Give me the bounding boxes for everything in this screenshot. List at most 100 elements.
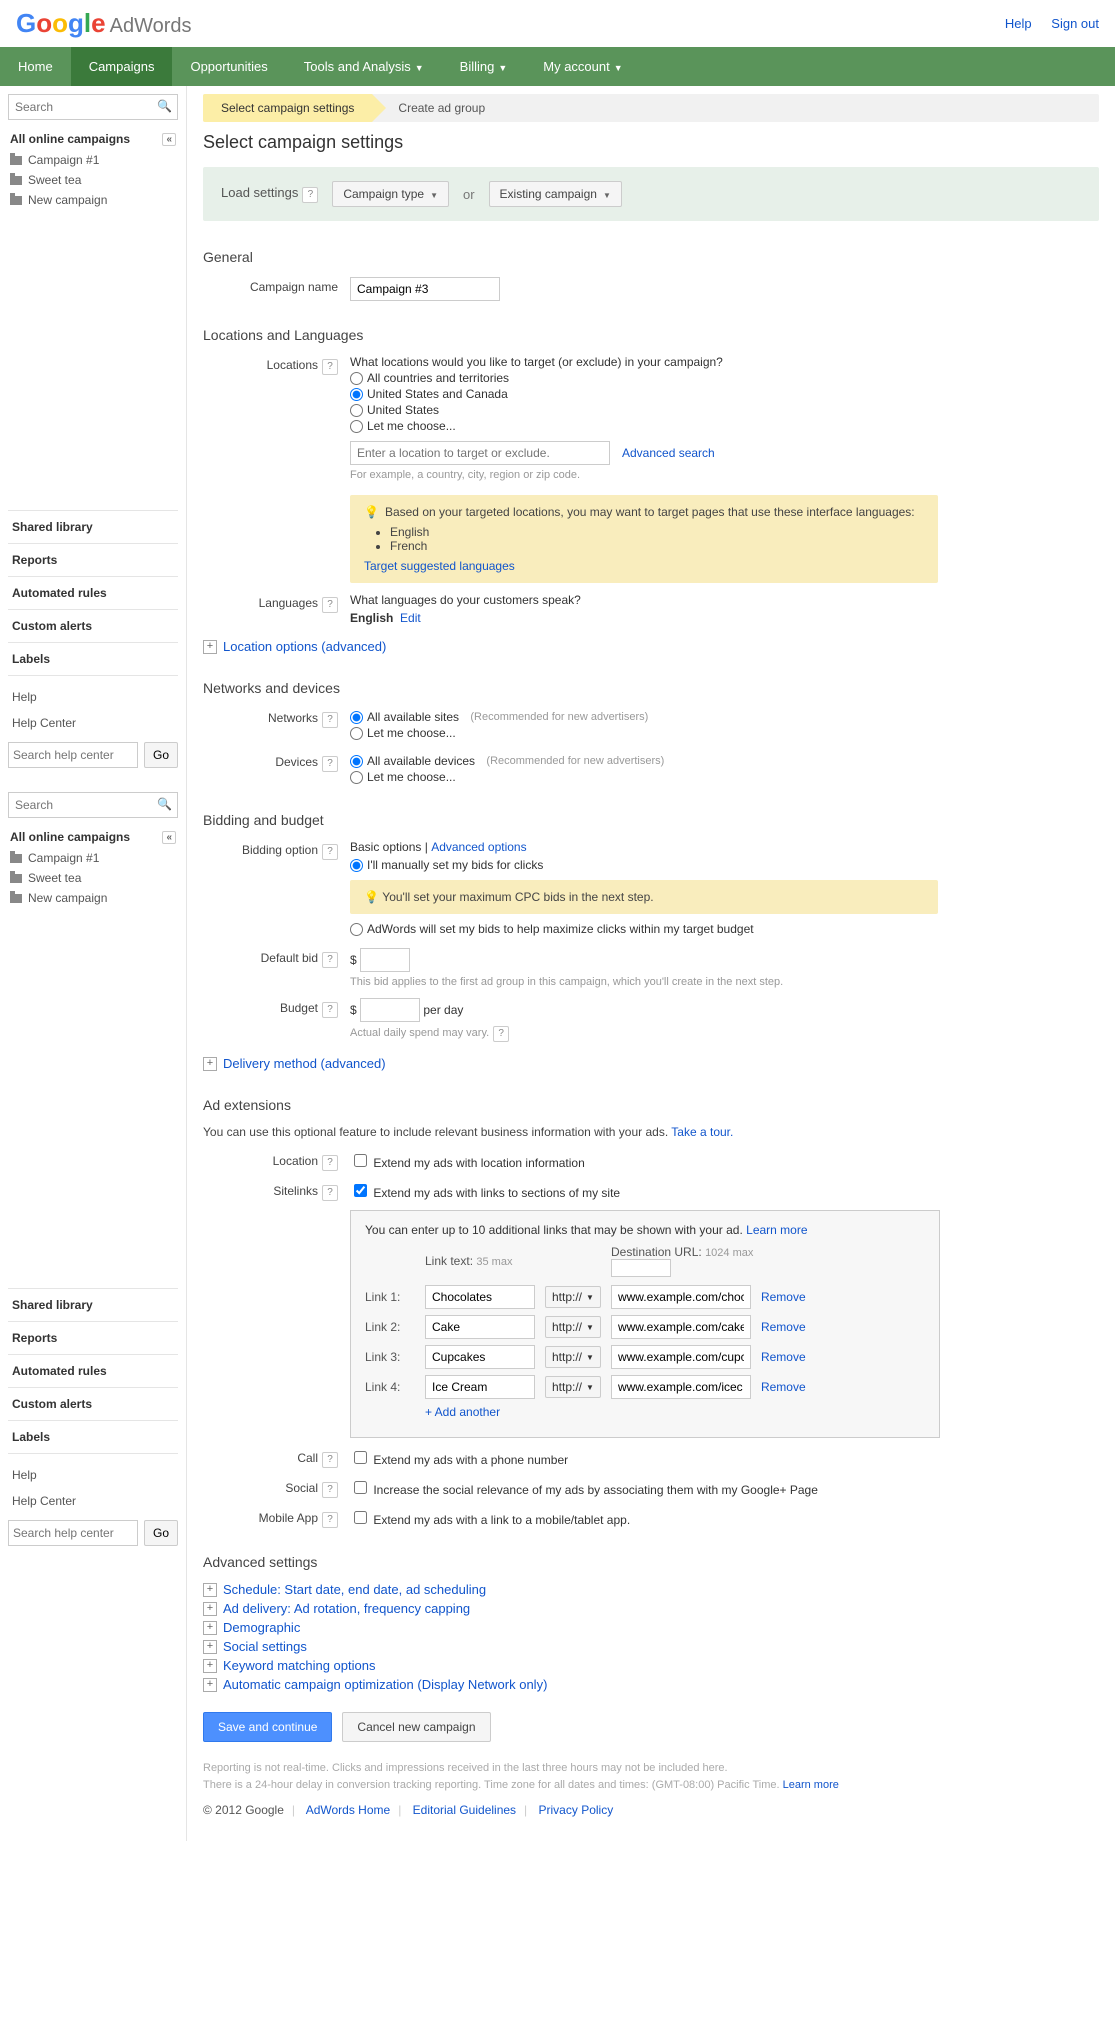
side-automated-rules-2[interactable]: Automated rules [8, 1355, 178, 1388]
sitelink-protocol-select[interactable]: http:// ▼ [545, 1316, 601, 1338]
side-reports-2[interactable]: Reports [8, 1322, 178, 1355]
help-icon[interactable]: ? [322, 1452, 338, 1468]
crumb-step1[interactable]: Select campaign settings [203, 94, 372, 122]
side-custom-alerts[interactable]: Custom alerts [8, 610, 178, 643]
help-icon[interactable]: ? [322, 359, 338, 375]
sitelink-text-input[interactable] [425, 1375, 535, 1399]
campaigns-tree-header[interactable]: All online campaigns [10, 132, 130, 146]
sitelinks-learn-more[interactable]: Learn more [746, 1223, 807, 1237]
help-icon[interactable]: ? [322, 1512, 338, 1528]
campaign-tree-item[interactable]: New campaign [8, 888, 178, 908]
side-shared-library[interactable]: Shared library [8, 511, 178, 544]
cancel-button[interactable]: Cancel new campaign [342, 1712, 490, 1742]
sitelink-protocol-select[interactable]: http:// ▼ [545, 1286, 601, 1308]
languages-edit-link[interactable]: Edit [400, 611, 421, 625]
help-icon[interactable]: ? [322, 1002, 338, 1018]
location-input[interactable] [350, 441, 610, 465]
help-icon[interactable]: ? [322, 952, 338, 968]
campaigns-tree-header-2[interactable]: All online campaigns [10, 830, 130, 844]
sitelink-remove-link[interactable]: Remove [761, 1320, 806, 1334]
search-icon[interactable]: 🔍 [157, 99, 172, 113]
side-help-center-2[interactable]: Help Center [8, 1488, 178, 1514]
loc-radio-all[interactable] [350, 372, 363, 385]
help-icon[interactable]: ? [322, 756, 338, 772]
bid-radio-manual[interactable] [350, 859, 363, 872]
budget-input[interactable] [360, 998, 420, 1022]
advanced-item[interactable]: +Keyword matching options [203, 1658, 1099, 1673]
advanced-item[interactable]: +Demographic [203, 1620, 1099, 1635]
advanced-item[interactable]: +Automatic campaign optimization (Displa… [203, 1677, 1099, 1692]
nav-campaigns[interactable]: Campaigns [71, 47, 173, 86]
save-continue-button[interactable]: Save and continue [203, 1712, 332, 1742]
help-center-go-button-2[interactable]: Go [144, 1520, 178, 1546]
take-tour-link[interactable]: Take a tour. [671, 1125, 733, 1139]
dest-url-tiny-input[interactable] [611, 1259, 671, 1277]
advanced-options-link[interactable]: Advanced options [431, 840, 526, 854]
devices-radio-all[interactable] [350, 755, 363, 768]
side-labels-2[interactable]: Labels [8, 1421, 178, 1454]
sitelink-protocol-select[interactable]: http:// ▼ [545, 1346, 601, 1368]
ext-mobile-checkbox[interactable] [354, 1511, 367, 1524]
loc-radio-us[interactable] [350, 404, 363, 417]
advanced-search-link[interactable]: Advanced search [622, 446, 715, 460]
sitelink-text-input[interactable] [425, 1345, 535, 1369]
help-icon[interactable]: ? [302, 187, 318, 203]
help-icon[interactable]: ? [322, 597, 338, 613]
advanced-item[interactable]: +Social settings [203, 1639, 1099, 1654]
delivery-method-advanced[interactable]: +Delivery method (advanced) [203, 1056, 1099, 1071]
nav-opportunities[interactable]: Opportunities [172, 47, 285, 86]
location-options-advanced[interactable]: +Location options (advanced) [203, 639, 1099, 654]
sidebar-search-input[interactable] [8, 94, 178, 120]
side-shared-library-2[interactable]: Shared library [8, 1289, 178, 1322]
networks-radio-all[interactable] [350, 711, 363, 724]
footer-learn-more[interactable]: Learn more [783, 1779, 839, 1791]
sitelink-text-input[interactable] [425, 1315, 535, 1339]
search-icon[interactable]: 🔍 [157, 797, 172, 811]
nav-billing[interactable]: Billing▼ [442, 47, 526, 86]
advanced-item[interactable]: +Schedule: Start date, end date, ad sche… [203, 1582, 1099, 1597]
sidebar-search-input-2[interactable] [8, 792, 178, 818]
advanced-item[interactable]: +Ad delivery: Ad rotation, frequency cap… [203, 1601, 1099, 1616]
side-custom-alerts-2[interactable]: Custom alerts [8, 1388, 178, 1421]
side-labels[interactable]: Labels [8, 643, 178, 676]
networks-radio-choose[interactable] [350, 727, 363, 740]
campaign-tree-item[interactable]: Sweet tea [8, 868, 178, 888]
default-bid-input[interactable] [360, 948, 410, 972]
signout-link[interactable]: Sign out [1051, 16, 1099, 31]
side-help[interactable]: Help [8, 684, 178, 710]
footer-editorial[interactable]: Editorial Guidelines [413, 1803, 516, 1817]
help-center-search-input-2[interactable] [8, 1520, 138, 1546]
sitelink-protocol-select[interactable]: http:// ▼ [545, 1376, 601, 1398]
nav-tools[interactable]: Tools and Analysis▼ [286, 47, 442, 86]
bid-radio-auto[interactable] [350, 923, 363, 936]
existing-campaign-dropdown[interactable]: Existing campaign▼ [489, 181, 622, 207]
sitelink-url-input[interactable] [611, 1315, 751, 1339]
campaign-tree-item[interactable]: Sweet tea [8, 170, 178, 190]
target-languages-link[interactable]: Target suggested languages [364, 559, 515, 573]
side-help-center[interactable]: Help Center [8, 710, 178, 736]
collapse-icon[interactable]: « [162, 831, 176, 844]
footer-privacy[interactable]: Privacy Policy [539, 1803, 614, 1817]
sitelink-remove-link[interactable]: Remove [761, 1380, 806, 1394]
campaign-tree-item[interactable]: Campaign #1 [8, 848, 178, 868]
loc-radio-us-ca[interactable] [350, 388, 363, 401]
sitelink-url-input[interactable] [611, 1345, 751, 1369]
sitelink-remove-link[interactable]: Remove [761, 1350, 806, 1364]
nav-account[interactable]: My account▼ [525, 47, 640, 86]
help-center-go-button[interactable]: Go [144, 742, 178, 768]
sitelink-text-input[interactable] [425, 1285, 535, 1309]
help-icon[interactable]: ? [322, 1185, 338, 1201]
campaign-type-dropdown[interactable]: Campaign type▼ [332, 181, 449, 207]
add-another-link[interactable]: + Add another [425, 1405, 500, 1419]
sitelink-url-input[interactable] [611, 1285, 751, 1309]
ext-call-checkbox[interactable] [354, 1451, 367, 1464]
side-automated-rules[interactable]: Automated rules [8, 577, 178, 610]
devices-radio-choose[interactable] [350, 771, 363, 784]
collapse-icon[interactable]: « [162, 133, 176, 146]
footer-adwords-home[interactable]: AdWords Home [306, 1803, 390, 1817]
help-link[interactable]: Help [1005, 16, 1032, 31]
side-help-2[interactable]: Help [8, 1462, 178, 1488]
help-icon[interactable]: ? [322, 712, 338, 728]
help-icon[interactable]: ? [322, 844, 338, 860]
campaign-tree-item[interactable]: New campaign [8, 190, 178, 210]
